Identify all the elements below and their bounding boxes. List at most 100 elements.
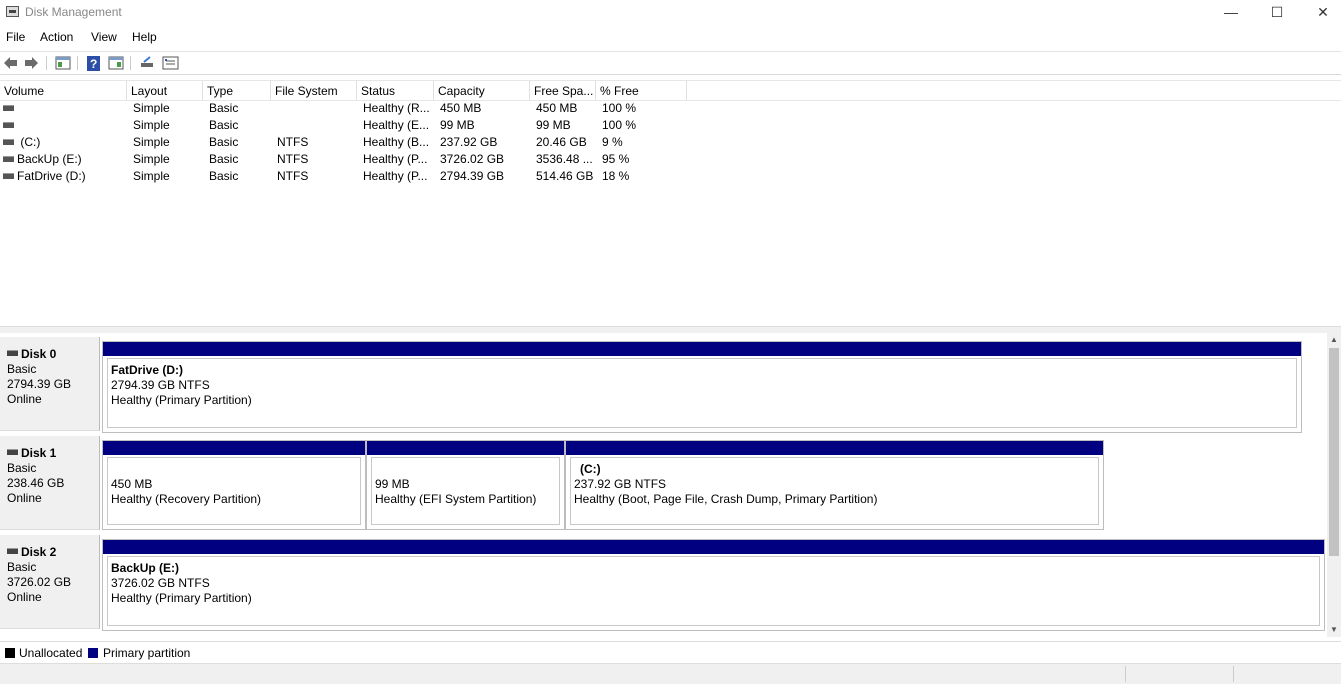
window-title: Disk Management xyxy=(25,5,122,19)
primary-partition-bar xyxy=(103,342,1301,356)
menu-view[interactable]: View xyxy=(91,30,117,44)
disk-name: Disk 0 xyxy=(21,347,57,361)
disk-0-label[interactable]: Disk 0 Basic 2794.39 GB Online xyxy=(0,337,100,431)
partition-fatdrive-d[interactable]: FatDrive (D:) 2794.39 GB NTFS Healthy (P… xyxy=(102,341,1302,433)
partition-status: Healthy (Recovery Partition) xyxy=(111,492,262,506)
svg-text:?: ? xyxy=(90,57,97,71)
file-system-cell: NTFS xyxy=(277,152,309,166)
layout-cell: Simple xyxy=(133,101,170,115)
partition-size: 450 MB xyxy=(111,477,153,491)
free-space-cell: 99 MB xyxy=(536,118,571,132)
status-cell: Healthy (P... xyxy=(363,169,428,183)
disk-1-label[interactable]: Disk 1 Basic 238.46 GB Online xyxy=(0,436,100,530)
percent-free-cell: 100 % xyxy=(602,118,637,132)
disk-state: Online xyxy=(7,590,42,604)
table-row[interactable]: BackUp (E:) Simple Basic NTFS Healthy (P… xyxy=(0,151,700,168)
partition-body: 450 MB Healthy (Recovery Partition) xyxy=(107,457,361,525)
forward-arrow-icon[interactable] xyxy=(24,54,40,72)
type-cell: Basic xyxy=(209,169,239,183)
table-row[interactable]: Simple Basic Healthy (R... 450 MB 450 MB… xyxy=(0,100,700,117)
graphical-view-scrollbar[interactable]: ▲ ▼ xyxy=(1327,333,1341,637)
volume-icon xyxy=(3,104,14,111)
status-cell: Healthy (E... xyxy=(363,118,430,132)
maximize-button[interactable]: ☐ xyxy=(1254,0,1300,24)
column-header-file-system[interactable]: File System xyxy=(271,81,357,100)
layout-cell: Simple xyxy=(133,135,170,149)
partition-backup-e[interactable]: BackUp (E:) 3726.02 GB NTFS Healthy (Pri… xyxy=(102,539,1325,631)
partition-size: 99 MB xyxy=(375,477,410,491)
partition-size: 237.92 GB NTFS xyxy=(574,477,667,491)
primary-partition-swatch xyxy=(88,648,98,658)
primary-partition-bar xyxy=(103,441,365,455)
scrollbar-thumb[interactable] xyxy=(1329,348,1339,556)
menu-file[interactable]: File xyxy=(6,30,25,44)
type-cell: Basic xyxy=(209,118,239,132)
minimize-button[interactable]: — xyxy=(1208,0,1254,24)
toolbar-separator xyxy=(130,56,131,70)
scroll-up-arrow-icon[interactable]: ▲ xyxy=(1327,333,1341,347)
free-space-cell: 3536.48 ... xyxy=(536,152,593,166)
column-header-percent-free[interactable]: % Free xyxy=(596,81,687,100)
capacity-cell: 2794.39 GB xyxy=(440,169,505,183)
partition-status: Healthy (EFI System Partition) xyxy=(375,492,537,506)
partition-size: 2794.39 GB NTFS xyxy=(111,378,210,392)
disk-state: Online xyxy=(7,491,42,505)
file-system-cell: NTFS xyxy=(277,169,309,183)
disk-icon xyxy=(7,448,18,455)
capacity-cell: 450 MB xyxy=(440,101,482,115)
title-bar: Disk Management — ☐ ✕ xyxy=(0,0,1341,24)
partition-status: Healthy (Boot, Page File, Crash Dump, Pr… xyxy=(574,492,878,506)
console-tree-icon[interactable] xyxy=(55,54,71,72)
column-header-status[interactable]: Status xyxy=(357,81,434,100)
layout-cell: Simple xyxy=(133,118,170,132)
table-row[interactable]: Simple Basic Healthy (E... 99 MB 99 MB 1… xyxy=(0,117,700,134)
partition-name: BackUp (E:) xyxy=(111,561,180,575)
toolbar-separator xyxy=(46,56,47,70)
capacity-cell: 237.92 GB xyxy=(440,135,498,149)
partition-body: FatDrive (D:) 2794.39 GB NTFS Healthy (P… xyxy=(107,358,1297,428)
primary-partition-bar xyxy=(566,441,1103,455)
back-arrow-icon[interactable] xyxy=(2,54,18,72)
status-bar-divider xyxy=(1233,666,1234,682)
menu-help[interactable]: Help xyxy=(132,30,157,44)
show-hide-action-pane-icon[interactable] xyxy=(108,54,124,72)
partition-c[interactable]: (C:) 237.92 GB NTFS Healthy (Boot, Page … xyxy=(565,440,1104,530)
toolbar-separator xyxy=(77,56,78,70)
help-icon[interactable]: ? xyxy=(86,54,102,72)
volume-icon xyxy=(3,172,14,179)
disk-2-label[interactable]: Disk 2 Basic 3726.02 GB Online xyxy=(0,535,100,629)
volume-list: Volume Layout Type File System Status Ca… xyxy=(0,80,1341,326)
legend-unallocated: Unallocated xyxy=(19,646,83,660)
volume-icon xyxy=(3,121,14,128)
capacity-cell: 99 MB xyxy=(440,118,475,132)
type-cell: Basic xyxy=(209,101,239,115)
column-header-capacity[interactable]: Capacity xyxy=(434,81,530,100)
table-row[interactable]: FatDrive (D:) Simple Basic NTFS Healthy … xyxy=(0,168,700,185)
partition-status: Healthy (Primary Partition) xyxy=(111,591,252,605)
partition-recovery[interactable]: 450 MB Healthy (Recovery Partition) xyxy=(102,440,366,530)
status-cell: Healthy (B... xyxy=(363,135,430,149)
scroll-down-arrow-icon[interactable]: ▼ xyxy=(1327,623,1341,637)
disk-size: 2794.39 GB xyxy=(7,377,72,391)
column-header-type[interactable]: Type xyxy=(203,81,271,100)
legend-bar: Unallocated Primary partition xyxy=(0,641,1341,664)
partition-efi-system[interactable]: 99 MB Healthy (EFI System Partition) xyxy=(366,440,565,530)
column-header-volume[interactable]: Volume xyxy=(0,81,127,100)
properties-icon[interactable] xyxy=(162,54,179,72)
free-space-cell: 450 MB xyxy=(536,101,578,115)
column-header-layout[interactable]: Layout xyxy=(127,81,203,100)
column-header-free-space[interactable]: Free Spa... xyxy=(530,81,596,100)
disk-type: Basic xyxy=(7,560,37,574)
table-row[interactable]: (C:) Simple Basic NTFS Healthy (B... 237… xyxy=(0,134,700,151)
disk-size: 238.46 GB xyxy=(7,476,65,490)
status-cell: Healthy (R... xyxy=(363,101,430,115)
partition-name xyxy=(111,462,360,477)
type-cell: Basic xyxy=(209,152,239,166)
close-button[interactable]: ✕ xyxy=(1300,0,1341,24)
partition-body: BackUp (E:) 3726.02 GB NTFS Healthy (Pri… xyxy=(107,556,1320,626)
connect-drive-icon[interactable] xyxy=(139,54,155,72)
menu-action[interactable]: Action xyxy=(40,30,73,44)
capacity-cell: 3726.02 GB xyxy=(440,152,505,166)
type-cell: Basic xyxy=(209,135,239,149)
layout-cell: Simple xyxy=(133,152,170,166)
